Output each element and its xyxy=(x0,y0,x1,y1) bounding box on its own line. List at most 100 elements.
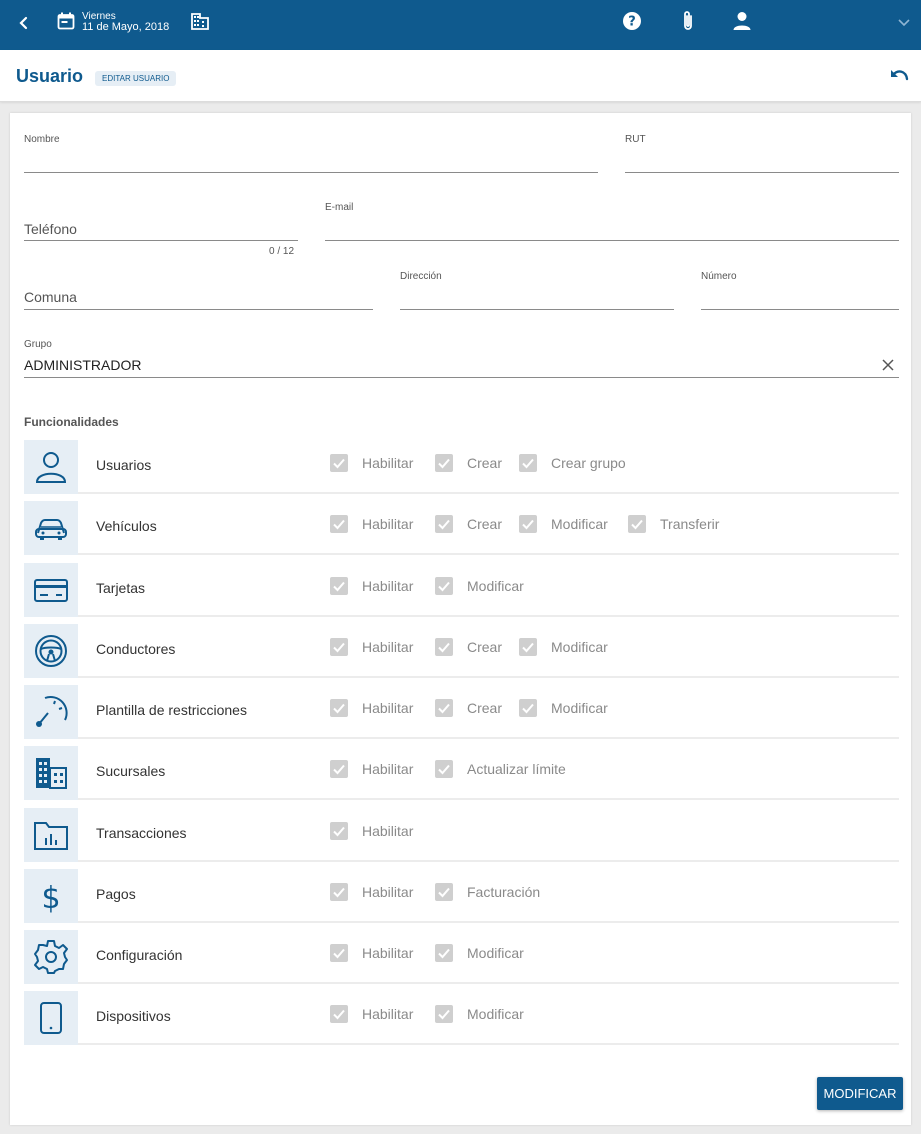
checkbox-checked-icon[interactable] xyxy=(330,883,348,901)
permission-label: Crear xyxy=(467,700,503,716)
funcionalidad-name: Plantilla de restricciones xyxy=(96,702,247,718)
permission-label: Modificar xyxy=(551,639,608,655)
current-date: Viernes 11 de Mayo, 2018 xyxy=(82,11,169,33)
funcionalidad-row: Usuarios Habilitar Crear Crear grupo xyxy=(24,440,899,494)
page-header: Usuario EDITAR USUARIO xyxy=(0,50,921,102)
checkbox-checked-icon[interactable] xyxy=(330,699,348,717)
grupo-label: Grupo xyxy=(24,339,52,350)
nombre-field[interactable] xyxy=(24,171,598,173)
checkbox-checked-icon[interactable] xyxy=(519,515,537,533)
permission-label: Habilitar xyxy=(362,700,414,716)
funcionalidad-row: $ Pagos Habilitar Facturación xyxy=(24,869,899,923)
funcionalidad-icon-box xyxy=(24,991,78,1045)
dollar-icon: $ xyxy=(41,881,60,914)
permission-label: Crear grupo xyxy=(551,455,626,471)
checkbox-checked-icon[interactable] xyxy=(435,944,453,962)
funcionalidades-title: Funcionalidades xyxy=(24,415,119,429)
clear-icon[interactable] xyxy=(881,358,895,372)
telefono-field[interactable] xyxy=(24,239,298,241)
checkbox-checked-icon[interactable] xyxy=(435,577,453,595)
checkbox-checked-icon[interactable] xyxy=(435,760,453,778)
comuna-field[interactable] xyxy=(24,308,373,310)
grupo-field[interactable] xyxy=(24,376,899,378)
funcionalidad-row: Vehículos Habilitar Crear Modificar Transfer… xyxy=(24,501,899,555)
permission-label: Crear xyxy=(467,516,503,532)
funcionalidad-row: Sucursales Habilitar Actualizar límite xyxy=(24,746,899,800)
checkbox-checked-icon[interactable] xyxy=(330,822,348,840)
direccion-field[interactable] xyxy=(400,308,674,310)
checkbox-checked-icon[interactable] xyxy=(519,454,537,472)
email-field[interactable] xyxy=(325,239,899,241)
checkbox-checked-icon[interactable] xyxy=(628,515,646,533)
building-icon[interactable] xyxy=(191,12,209,30)
funcionalidad-name: Sucursales xyxy=(96,763,166,779)
checkbox-checked-icon[interactable] xyxy=(435,699,453,717)
checkbox-checked-icon[interactable] xyxy=(330,760,348,778)
credit-card-icon xyxy=(34,579,68,602)
row-divider xyxy=(78,737,899,739)
steering-wheel-icon xyxy=(35,635,67,667)
checkbox-checked-icon[interactable] xyxy=(330,577,348,595)
funcionalidad-name: Pagos xyxy=(96,886,136,902)
funcionalidad-name: Vehículos xyxy=(96,518,157,534)
user-icon[interactable] xyxy=(733,11,751,31)
checkbox-checked-icon[interactable] xyxy=(330,1005,348,1023)
checkbox-checked-icon[interactable] xyxy=(330,944,348,962)
funcionalidad-row: Configuración Habilitar Modificar xyxy=(24,930,899,984)
row-divider xyxy=(78,676,899,678)
permission-label: Habilitar xyxy=(362,516,414,532)
funcionalidad-icon-box xyxy=(24,563,78,617)
row-divider xyxy=(78,553,899,555)
permission-label: Actualizar límite xyxy=(467,761,566,777)
funcionalidad-name: Transacciones xyxy=(96,825,187,841)
comuna-label: Comuna xyxy=(24,289,77,305)
help-icon[interactable]: ? xyxy=(622,11,642,31)
chevron-down-icon[interactable] xyxy=(897,15,911,29)
modify-button[interactable]: MODIFICAR xyxy=(817,1077,903,1110)
back-arrow-icon[interactable] xyxy=(14,13,34,33)
telefono-label: Teléfono xyxy=(24,221,77,237)
permission-label: Modificar xyxy=(467,945,524,961)
checkbox-checked-icon[interactable] xyxy=(435,638,453,656)
permission-label: Habilitar xyxy=(362,761,414,777)
email-label: E-mail xyxy=(325,202,354,213)
checkbox-checked-icon[interactable] xyxy=(435,454,453,472)
permission-label: Habilitar xyxy=(362,578,414,594)
car-icon xyxy=(35,519,67,540)
funcionalidad-row: Dispositivos Habilitar Modificar xyxy=(24,991,899,1045)
permission-label: Habilitar xyxy=(362,823,414,839)
rut-field[interactable] xyxy=(625,171,899,173)
checkbox-checked-icon[interactable] xyxy=(435,515,453,533)
checkbox-checked-icon[interactable] xyxy=(519,638,537,656)
permission-label: Transferir xyxy=(660,516,720,532)
svg-text:?: ? xyxy=(628,15,636,30)
checkbox-checked-icon[interactable] xyxy=(435,883,453,901)
page-title: Usuario xyxy=(16,66,84,86)
row-divider xyxy=(78,492,899,494)
funcionalidad-name: Tarjetas xyxy=(96,580,146,596)
user-icon xyxy=(35,452,67,483)
checkbox-checked-icon[interactable] xyxy=(330,515,348,533)
funcionalidad-icon-box xyxy=(24,746,78,800)
row-divider xyxy=(78,615,899,617)
row-divider xyxy=(78,1043,899,1045)
mode-badge: EDITAR USUARIO xyxy=(95,71,177,86)
checkbox-checked-icon[interactable] xyxy=(519,699,537,717)
funcionalidad-name: Usuarios xyxy=(96,457,152,473)
row-divider xyxy=(78,860,899,862)
grupo-value[interactable]: ADMINISTRADOR xyxy=(24,357,141,373)
tablet-icon xyxy=(40,1002,62,1034)
folder-chart-icon xyxy=(34,822,68,850)
attachment-icon[interactable] xyxy=(679,10,697,32)
funcionalidad-icon-box xyxy=(24,501,78,555)
checkbox-checked-icon[interactable] xyxy=(330,638,348,656)
permission-label: Habilitar xyxy=(362,639,414,655)
row-divider xyxy=(78,921,899,923)
permission-label: Modificar xyxy=(467,1006,524,1022)
checkbox-checked-icon[interactable] xyxy=(435,1005,453,1023)
funcionalidad-row: Conductores Habilitar Crear Modificar xyxy=(24,624,899,678)
permission-label: Habilitar xyxy=(362,455,414,471)
numero-field[interactable] xyxy=(701,308,899,310)
undo-icon[interactable] xyxy=(890,68,910,84)
checkbox-checked-icon[interactable] xyxy=(330,454,348,472)
